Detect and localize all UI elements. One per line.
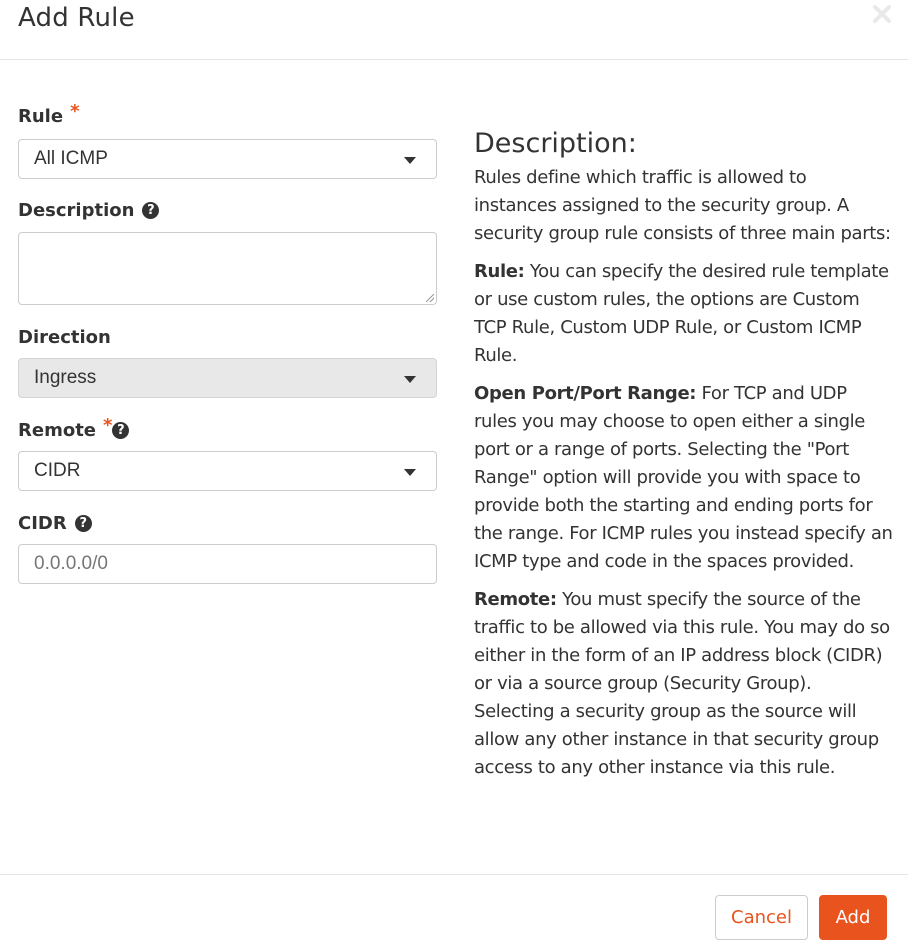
rule-field: Rule * (18, 101, 437, 129)
chevron-down-icon (404, 376, 416, 383)
cidr-label-row: CIDR ? (18, 512, 437, 536)
cidr-label: CIDR (18, 513, 67, 534)
help-panel: Description: Rules define which traffic … (474, 124, 894, 792)
rule-select[interactable]: All ICMP (18, 139, 437, 179)
remote-field: Remote * ? (18, 415, 437, 443)
remote-label: Remote (18, 420, 97, 441)
add-button[interactable]: Add (819, 895, 887, 940)
help-icon[interactable]: ? (74, 515, 92, 532)
rule-label: Rule (18, 106, 64, 127)
direction-label-row: Direction (18, 326, 437, 350)
rule-label-row: Rule * (18, 101, 437, 129)
help-term: Open Port/Port Range: (474, 383, 697, 404)
description-textarea[interactable] (18, 232, 437, 305)
direction-select[interactable]: Ingress (18, 358, 437, 398)
rule-select-value: All ICMP (34, 148, 108, 169)
help-term: Remote: (474, 589, 557, 610)
cidr-placeholder: 0.0.0.0/0 (34, 553, 108, 574)
help-text: For TCP and UDP rules you may choose to … (474, 383, 893, 572)
cidr-input[interactable]: 0.0.0.0/0 (18, 544, 437, 584)
help-text: You must specify the source of the traff… (474, 589, 890, 778)
cidr-field: CIDR ? (18, 512, 437, 536)
direction-select-value: Ingress (34, 367, 97, 388)
required-marker: * (103, 415, 113, 436)
direction-field: Direction (18, 326, 437, 350)
modal-title: Add Rule (18, 3, 135, 33)
description-field: Description ? (18, 199, 437, 223)
remote-select-value: CIDR (34, 460, 81, 481)
chevron-down-icon (404, 469, 416, 476)
direction-label: Direction (18, 327, 111, 348)
description-label-row: Description ? (18, 199, 437, 223)
help-text: You can specify the desired rule templat… (474, 261, 889, 366)
close-icon (873, 5, 891, 23)
remote-select[interactable]: CIDR (18, 451, 437, 491)
remote-label-row: Remote * ? (18, 415, 437, 443)
cancel-button[interactable]: Cancel (715, 895, 808, 940)
resize-handle-icon[interactable] (426, 294, 434, 302)
modal-footer: Cancel Add (0, 874, 908, 943)
chevron-down-icon (404, 157, 416, 164)
help-icon[interactable]: ? (112, 422, 130, 439)
close-button[interactable] (868, 0, 896, 28)
help-section-port-range: Open Port/Port Range: For TCP and UDP ru… (474, 380, 894, 576)
help-section-remote: Remote: You must specify the source of t… (474, 586, 894, 782)
description-label: Description (18, 200, 135, 221)
help-icon[interactable]: ? (142, 202, 160, 219)
help-panel-title: Description: (474, 128, 637, 159)
required-marker: * (70, 101, 80, 122)
help-section-rule: Rule: You can specify the desired rule t… (474, 258, 894, 370)
help-term: Rule: (474, 261, 525, 282)
help-intro: Rules define which traffic is allowed to… (474, 167, 891, 244)
modal-header: Add Rule (0, 0, 908, 60)
